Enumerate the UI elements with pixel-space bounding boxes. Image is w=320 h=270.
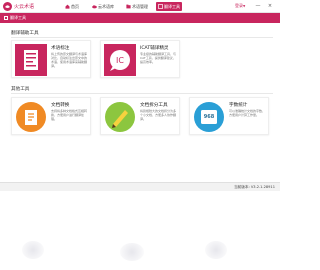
word-count-badge: 968 [203, 114, 215, 120]
login-label: 登录 [235, 3, 243, 8]
nav-term-management[interactable]: 术语管理 [124, 2, 150, 11]
nav-cloud-termbase-label: 云术语库 [98, 3, 114, 9]
chevron-down-icon: ▼ [243, 4, 246, 8]
card-word-count[interactable]: 968 字数统计 可以准确统计文档的字数，方便用户计算工作量。 [189, 97, 269, 135]
ic-bubble-icon: IC [104, 44, 136, 76]
convert-icon [15, 101, 47, 133]
section-divider [11, 37, 273, 38]
blurred-icon [120, 243, 144, 261]
nav-home-label: 首页 [71, 3, 79, 9]
card-name: 字数统计 [229, 103, 248, 108]
count-968-icon: 968 [193, 101, 225, 133]
card-document-conversion[interactable]: 文档转换 支持将多种文档格式互相转换，方便用户进行翻译处理。 [11, 97, 91, 135]
card-name: 文档拆分工具 [140, 103, 168, 108]
app-title: 火云术语 [14, 4, 35, 10]
blurred-icon [22, 241, 44, 259]
nav-translation-tools-label: 翻译工具 [164, 3, 180, 9]
card-name: 术语标注 [51, 46, 70, 51]
card-desc: 支持将多种文档格式互相转换，方便用户进行翻译处理。 [51, 109, 88, 121]
blurred-icon [205, 241, 227, 259]
app-logo-icon [3, 2, 12, 11]
taskbar-area [0, 191, 280, 270]
nav-translation-tools[interactable]: 翻译工具 [156, 2, 182, 11]
card-document-split[interactable]: 文档拆分工具 将篇幅较大的文档拆分为多个小文档，方便多人协作翻译。 [100, 97, 180, 135]
subbar-title: 翻译工具 [4, 15, 26, 21]
card-term-annotation[interactable]: 术语标注 将上传的原文翻译与术语库对比，自动标注出原文中的术语，使用术语库来辅助… [11, 40, 91, 78]
section-divider [11, 93, 273, 94]
status-bar: 当前版本: V3.2.1.28911 [0, 182, 280, 191]
card-icat-assistant[interactable]: IC ICAT辅译精灵 专业级的辅助翻译工具，与CAT工具，提供翻译建议，提高效… [100, 40, 180, 78]
minimize-button[interactable]: — [255, 2, 261, 10]
login-link[interactable]: 登录▼ [235, 3, 245, 9]
tools-icon [158, 4, 163, 9]
close-button[interactable]: × [267, 2, 273, 10]
card-name: 文档转换 [51, 103, 70, 108]
split-pen-icon [104, 101, 136, 133]
card-desc: 将篇幅较大的文档拆分为多个小文档，方便多人协作翻译。 [140, 109, 177, 121]
home-icon [65, 4, 70, 9]
tools-icon [4, 16, 8, 20]
nav-home[interactable]: 首页 [63, 2, 81, 11]
nav-term-management-label: 术语管理 [132, 3, 148, 9]
svg-text:IC: IC [116, 56, 124, 65]
folder-icon [126, 4, 131, 9]
nav-cloud-termbase[interactable]: 云术语库 [90, 2, 116, 11]
card-name: ICAT辅译精灵 [140, 46, 169, 51]
version-text: 当前版本: V3.2.1.28911 [234, 185, 275, 189]
card-desc: 将上传的原文翻译与术语库对比，自动标注出原文中的术语，使用术语库来辅助翻译。 [51, 52, 88, 68]
term-tag-icon [15, 44, 47, 76]
section-title-translation-aids: 翻译辅助工具 [11, 31, 39, 36]
section-title-other-tools: 其他工具 [11, 87, 30, 92]
card-desc: 专业级的辅助翻译工具，与CAT工具，提供翻译建议，提高效率。 [140, 52, 177, 64]
card-desc: 可以准确统计文档的字数，方便用户计算工作量。 [229, 109, 266, 117]
top-bar: 火云术语 首页 云术语库 术语管理 翻译工具 登录▼ — × [0, 0, 280, 13]
subbar-label: 翻译工具 [10, 15, 26, 20]
cloud-icon [92, 4, 97, 9]
subbar: 翻译工具 [0, 13, 280, 23]
